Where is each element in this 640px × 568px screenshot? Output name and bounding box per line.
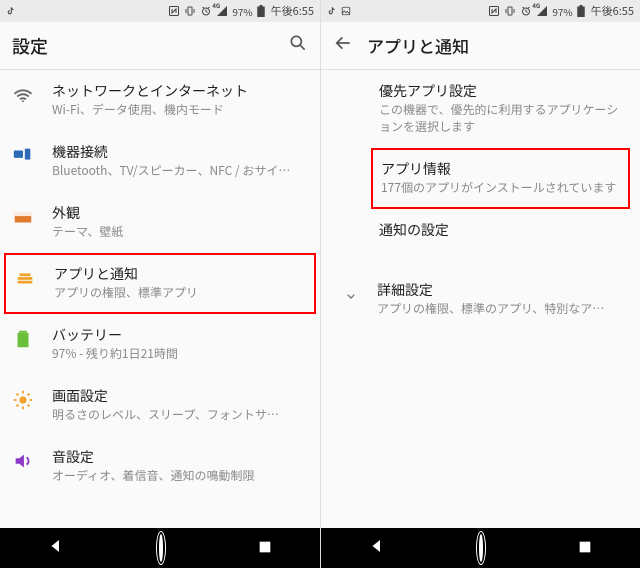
apps-list: 優先アプリ設定 この機器で、優先的に利用するアプリケーションを選択します アプリ… bbox=[321, 70, 640, 528]
vibrate-icon bbox=[504, 5, 516, 17]
settings-item-devices[interactable]: 機器接続 Bluetooth、TV/スピーカー、NFC / おサイ… bbox=[0, 131, 320, 192]
apps-item-advanced[interactable]: 詳細設定 アプリの権限、標準のアプリ、特別なア… bbox=[321, 269, 640, 330]
nfc-icon bbox=[488, 5, 500, 17]
nav-bar bbox=[0, 528, 320, 568]
phone-right: 4G 97% 午後6:55 アプリと通知 優先アプリ設定 この機器で、優先的に利… bbox=[320, 0, 640, 568]
item-subtitle: アプリの権限、標準のアプリ、特別なア… bbox=[377, 301, 622, 318]
settings-list: ネットワークとインターネット Wi-Fi、データ使用、機内モード 機器接続 Bl… bbox=[0, 70, 320, 528]
nav-home[interactable] bbox=[479, 536, 483, 560]
item-title: 外観 bbox=[52, 204, 306, 222]
item-subtitle: Bluetooth、TV/スピーカー、NFC / おサイ… bbox=[52, 163, 306, 180]
status-bar: 4G 97% 午後6:55 bbox=[0, 0, 320, 22]
clock: 午後6:55 bbox=[271, 3, 314, 19]
apps-item-priority[interactable]: 優先アプリ設定 この機器で、優先的に利用するアプリケーションを選択します bbox=[321, 70, 640, 148]
net-badge: 4G bbox=[532, 1, 540, 10]
signal-icon: 4G bbox=[536, 5, 548, 17]
brightness-icon bbox=[12, 389, 34, 411]
settings-item-appearance[interactable]: 外観 テーマ、壁紙 bbox=[0, 192, 320, 253]
item-title: 画面設定 bbox=[52, 387, 306, 405]
back-icon[interactable] bbox=[333, 33, 353, 58]
apps-icon bbox=[14, 267, 36, 289]
settings-item-network[interactable]: ネットワークとインターネット Wi-Fi、データ使用、機内モード bbox=[0, 70, 320, 131]
item-subtitle: 177個のアプリがインストールされています bbox=[381, 180, 618, 197]
item-title: バッテリー bbox=[52, 326, 306, 344]
item-subtitle: 明るさのレベル、スリープ、フォントサ… bbox=[52, 407, 306, 424]
page-title: アプリと通知 bbox=[367, 33, 628, 58]
item-title: 優先アプリ設定 bbox=[379, 82, 622, 100]
search-icon[interactable] bbox=[288, 33, 308, 58]
settings-item-apps[interactable]: アプリと通知 アプリの権限、標準アプリ bbox=[4, 253, 316, 314]
item-subtitle: Wi-Fi、データ使用、機内モード bbox=[52, 102, 306, 119]
image-icon bbox=[341, 6, 351, 16]
net-badge: 4G bbox=[212, 1, 220, 10]
item-title: ネットワークとインターネット bbox=[52, 82, 306, 100]
battery-icon bbox=[577, 5, 585, 17]
item-title: 機器接続 bbox=[52, 143, 306, 161]
toolbar-settings: 設定 bbox=[0, 22, 320, 70]
apps-item-notifications[interactable]: 通知の設定 bbox=[321, 209, 640, 269]
nav-recent[interactable] bbox=[257, 536, 273, 560]
alarm-icon bbox=[520, 5, 532, 17]
nav-back[interactable] bbox=[47, 536, 65, 560]
nfc-icon bbox=[168, 5, 180, 17]
phone-left: 4G 97% 午後6:55 設定 ネットワークとインターネット Wi-Fi、デー… bbox=[0, 0, 320, 568]
item-subtitle: この機器で、優先的に利用するアプリケーションを選択します bbox=[379, 102, 622, 136]
battery-percent: 97% bbox=[552, 4, 572, 19]
chevron-down-icon bbox=[343, 285, 359, 309]
item-title: アプリ情報 bbox=[381, 160, 618, 178]
page-title: 設定 bbox=[12, 33, 274, 59]
tiktok-icon bbox=[6, 6, 16, 16]
battery-percent: 97% bbox=[232, 4, 252, 19]
tiktok-icon bbox=[327, 6, 337, 16]
item-subtitle: 97% - 残り約1日21時間 bbox=[52, 346, 306, 363]
nav-back[interactable] bbox=[368, 536, 386, 560]
wifi-icon bbox=[12, 84, 34, 106]
item-title: 詳細設定 bbox=[377, 281, 622, 299]
battery-icon bbox=[12, 328, 34, 350]
sound-icon bbox=[12, 450, 34, 472]
nav-recent[interactable] bbox=[577, 536, 593, 560]
clock: 午後6:55 bbox=[591, 3, 634, 19]
battery-icon bbox=[257, 5, 265, 17]
settings-item-display[interactable]: 画面設定 明るさのレベル、スリープ、フォントサ… bbox=[0, 375, 320, 436]
devices-icon bbox=[12, 145, 34, 167]
settings-item-sound[interactable]: 音設定 オーディオ、着信音、通知の鳴動制限 bbox=[0, 436, 320, 497]
appearance-icon bbox=[12, 206, 34, 228]
item-title: 通知の設定 bbox=[379, 221, 622, 239]
signal-icon: 4G bbox=[216, 5, 228, 17]
status-bar: 4G 97% 午後6:55 bbox=[321, 0, 640, 22]
nav-bar bbox=[321, 528, 640, 568]
item-subtitle: オーディオ、着信音、通知の鳴動制限 bbox=[52, 468, 306, 485]
toolbar-apps: アプリと通知 bbox=[321, 22, 640, 70]
item-title: アプリと通知 bbox=[54, 265, 304, 283]
nav-home[interactable] bbox=[159, 536, 163, 560]
settings-item-battery[interactable]: バッテリー 97% - 残り約1日21時間 bbox=[0, 314, 320, 375]
item-subtitle: アプリの権限、標準アプリ bbox=[54, 285, 304, 302]
alarm-icon bbox=[200, 5, 212, 17]
apps-item-appinfo[interactable]: アプリ情報 177個のアプリがインストールされています bbox=[371, 148, 630, 209]
item-title: 音設定 bbox=[52, 448, 306, 466]
vibrate-icon bbox=[184, 5, 196, 17]
item-subtitle: テーマ、壁紙 bbox=[52, 224, 306, 241]
